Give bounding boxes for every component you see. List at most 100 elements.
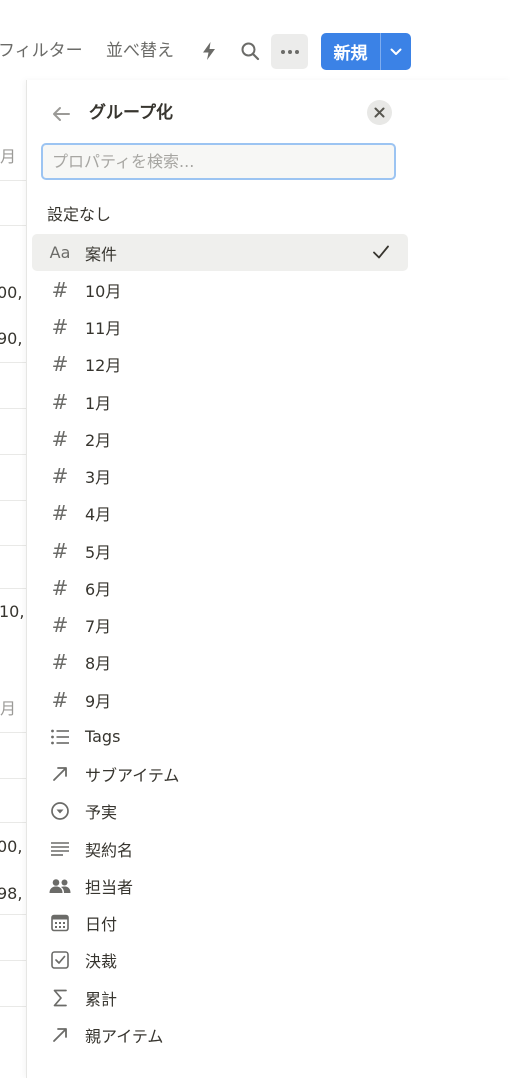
- no-grouping-option[interactable]: 設定なし: [47, 203, 111, 227]
- select-property-icon: [48, 799, 72, 823]
- property-item-yojitsu[interactable]: 予実: [32, 793, 408, 830]
- panel-title: グループ化: [89, 103, 173, 123]
- new-dropdown-button[interactable]: [381, 33, 411, 70]
- relation-property-icon: [48, 762, 72, 786]
- table-cell: 00,: [0, 837, 23, 856]
- property-label: 1月: [85, 393, 112, 413]
- property-label: 7月: [85, 617, 112, 637]
- number-property-icon: #: [51, 389, 69, 414]
- number-property-icon: #: [51, 650, 69, 675]
- date-property-icon: [48, 911, 72, 935]
- new-button[interactable]: 新規: [321, 33, 381, 70]
- number-property-icon: #: [51, 426, 69, 451]
- text-lines-property-icon: [48, 837, 72, 861]
- table-divider: [0, 914, 26, 915]
- table-divider: [0, 500, 26, 501]
- text-property-icon: Aa: [49, 243, 71, 263]
- property-label: サブアイテム: [85, 766, 180, 786]
- new-button-group: 新規: [321, 33, 411, 70]
- table-divider: [0, 732, 26, 733]
- sort-button[interactable]: 並べ替え: [106, 38, 174, 64]
- person-property-icon: [48, 874, 72, 898]
- property-item-sub-item[interactable]: サブアイテム: [32, 756, 408, 793]
- property-item-7[interactable]: # 7月: [32, 607, 408, 644]
- property-label: 累計: [85, 989, 118, 1009]
- property-label: 5月: [85, 542, 112, 562]
- property-item-tags[interactable]: Tags: [32, 718, 408, 755]
- view-toolbar: フィルター 並べ替え 新規: [0, 0, 510, 90]
- property-item-cumulative[interactable]: 累計: [32, 979, 408, 1016]
- property-label: 親アイテム: [85, 1026, 164, 1046]
- property-label: 9月: [85, 691, 112, 711]
- property-label: 担当者: [85, 877, 134, 897]
- property-item-approval[interactable]: 決裁: [32, 942, 408, 979]
- property-label: 4月: [85, 505, 112, 525]
- number-property-icon: #: [51, 352, 69, 377]
- table-cell: 月: [0, 699, 17, 718]
- property-item-9[interactable]: # 9月: [32, 681, 408, 718]
- property-item-8[interactable]: # 8月: [32, 644, 408, 681]
- close-button[interactable]: [367, 100, 392, 125]
- table-divider: [0, 180, 26, 181]
- property-list: Aa 案件 # 10月 # 11月 # 12月 # 1月 # 2月 # 3月 #…: [32, 234, 408, 1054]
- property-label: 日付: [85, 915, 118, 935]
- more-horizontal-icon: [280, 49, 299, 54]
- property-label: 予実: [85, 803, 118, 823]
- table-divider: [0, 362, 26, 363]
- table-divider: [0, 588, 26, 589]
- property-item-5[interactable]: # 5月: [32, 532, 408, 569]
- table-divider: [0, 225, 26, 226]
- number-property-icon: #: [51, 315, 69, 340]
- property-search-input[interactable]: [41, 143, 396, 180]
- property-item-1[interactable]: # 1月: [32, 383, 408, 420]
- property-item-10[interactable]: # 10月: [32, 271, 408, 308]
- property-item-contract-name[interactable]: 契約名: [32, 830, 408, 867]
- table-divider: [0, 545, 26, 546]
- table-cell: 98,: [0, 884, 23, 903]
- number-property-icon: #: [51, 613, 69, 638]
- number-property-icon: #: [51, 575, 69, 600]
- table-cell: 月: [0, 147, 17, 166]
- property-label: 決裁: [85, 952, 118, 972]
- table-cell: 00,: [0, 283, 23, 302]
- relation-property-icon: [48, 1023, 72, 1047]
- table-divider: [0, 778, 26, 779]
- property-label: Tags: [85, 727, 121, 747]
- number-property-icon: #: [51, 277, 69, 302]
- property-label: 6月: [85, 579, 112, 599]
- property-item-6[interactable]: # 6月: [32, 569, 408, 606]
- property-item-11[interactable]: # 11月: [32, 309, 408, 346]
- table-cell: 90,: [0, 329, 23, 348]
- number-property-icon: #: [51, 538, 69, 563]
- arrow-left-icon[interactable]: [49, 102, 73, 126]
- property-item-date[interactable]: 日付: [32, 905, 408, 942]
- property-label: 契約名: [85, 840, 134, 860]
- checkmark-icon: [373, 245, 389, 259]
- property-label: 12月: [85, 356, 122, 376]
- table-cell: 10,: [0, 602, 25, 621]
- property-item-parent-item[interactable]: 親アイテム: [32, 1016, 408, 1053]
- property-item-2[interactable]: # 2月: [32, 420, 408, 457]
- filter-button[interactable]: フィルター: [0, 38, 83, 64]
- checkbox-property-icon: [48, 948, 72, 972]
- property-item-12[interactable]: # 12月: [32, 346, 408, 383]
- group-by-panel: グループ化 設定なし Aa 案件 # 10月 # 11月 # 12月 # 1月: [26, 80, 510, 1078]
- table-divider: [0, 960, 26, 961]
- table-divider: [0, 822, 26, 823]
- search-icon[interactable]: [237, 38, 263, 64]
- formula-property-icon: [48, 986, 72, 1010]
- background-table: 月 00, 90, 10, 月 00, 98,: [0, 80, 26, 1078]
- chevron-down-icon: [390, 48, 402, 55]
- property-label: 10月: [85, 281, 122, 301]
- property-label: 2月: [85, 430, 112, 450]
- property-item-assignee[interactable]: 担当者: [32, 867, 408, 904]
- number-property-icon: #: [51, 687, 69, 712]
- property-item-3[interactable]: # 3月: [32, 458, 408, 495]
- lightning-icon[interactable]: [196, 38, 222, 64]
- more-options-button[interactable]: [271, 34, 308, 69]
- property-label: 案件: [85, 244, 118, 264]
- property-item-4[interactable]: # 4月: [32, 495, 408, 532]
- table-divider: [0, 454, 26, 455]
- property-item-anken[interactable]: Aa 案件: [32, 234, 408, 272]
- table-divider: [0, 408, 26, 409]
